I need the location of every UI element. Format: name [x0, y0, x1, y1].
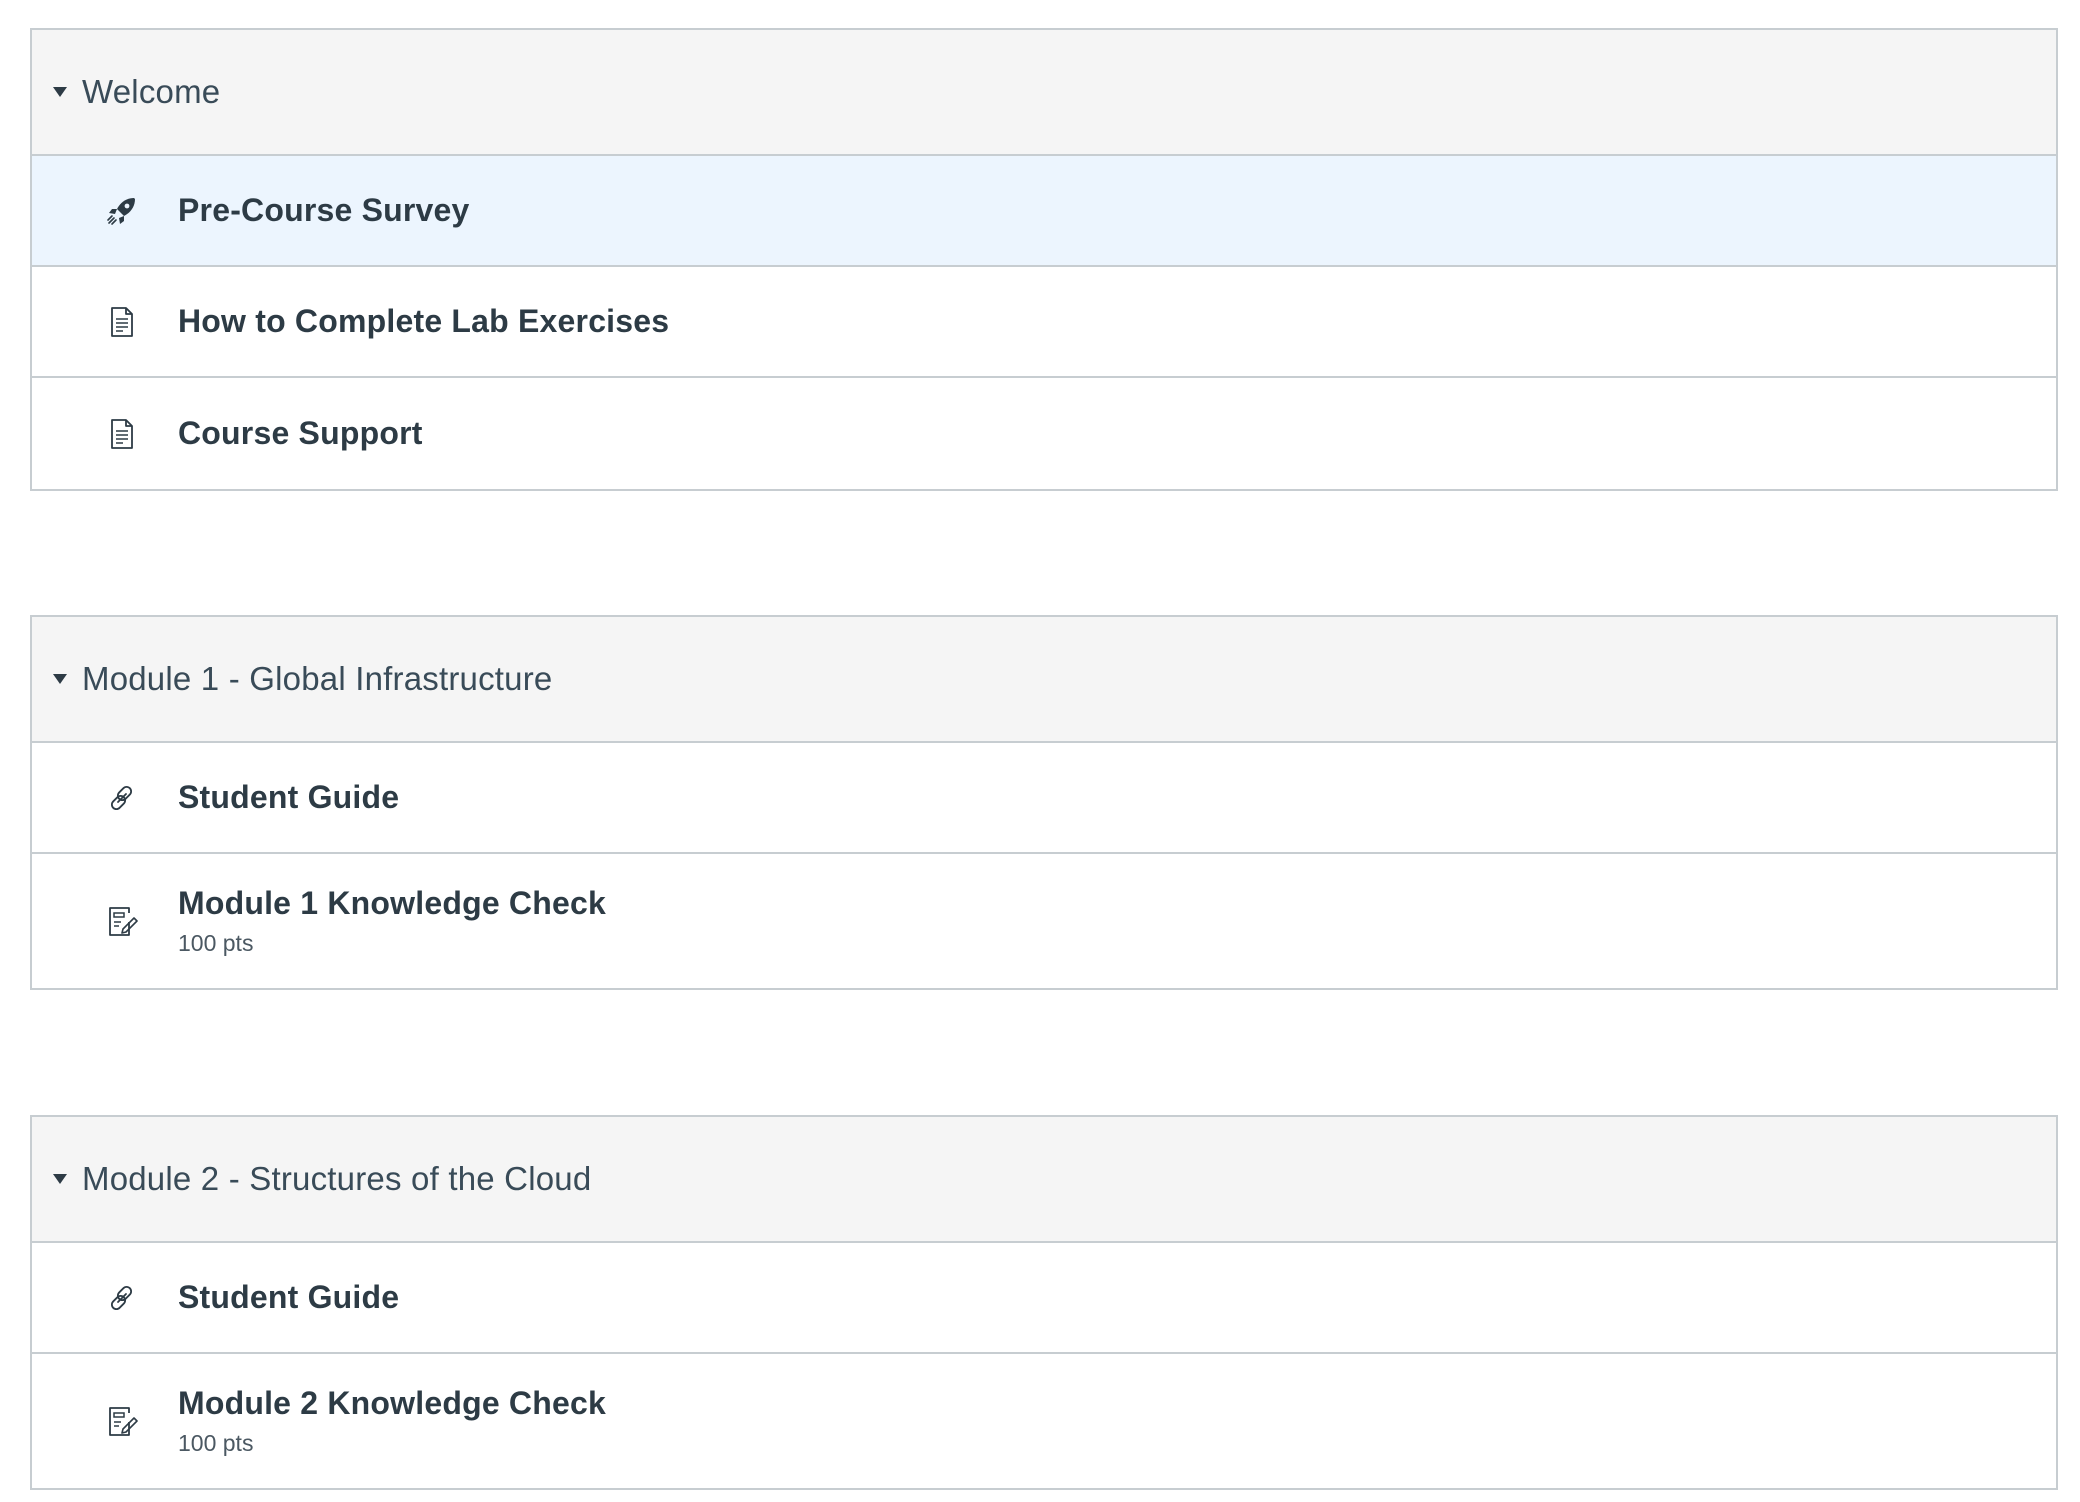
- module-item[interactable]: Module 2 Knowledge Check 100 pts: [32, 1354, 2056, 1488]
- module-title: Welcome: [82, 73, 221, 110]
- module-item[interactable]: How to Complete Lab Exercises: [32, 267, 2056, 378]
- assignment-icon: [102, 1401, 142, 1441]
- assignment-icon: [102, 901, 142, 941]
- item-title[interactable]: Pre-Course Survey: [178, 192, 470, 229]
- points-label: 100 pts: [178, 1430, 254, 1456]
- module-header[interactable]: Module 1 - Global Infrastructure: [32, 617, 2056, 743]
- item-title[interactable]: Module 2 Knowledge Check: [178, 1385, 606, 1422]
- module-title: Module 2 - Structures of the Cloud: [82, 1160, 592, 1197]
- module-item[interactable]: Course Support: [32, 378, 2056, 489]
- page-document-icon: [102, 414, 142, 454]
- caret-down-icon[interactable]: [52, 1171, 68, 1187]
- module-welcome: Welcome Pre-Course Survey How to Complet…: [30, 28, 2058, 491]
- module-item[interactable]: Student Guide: [32, 1243, 2056, 1354]
- quiz-rocket-icon: [102, 191, 142, 231]
- module-item[interactable]: Pre-Course Survey: [32, 156, 2056, 267]
- module-2-structures-of-the-cloud: Module 2 - Structures of the Cloud Stude…: [30, 1115, 2058, 1490]
- module-item[interactable]: Module 1 Knowledge Check 100 pts: [32, 854, 2056, 988]
- module-item[interactable]: Student Guide: [32, 743, 2056, 854]
- item-title[interactable]: How to Complete Lab Exercises: [178, 303, 669, 340]
- module-header[interactable]: Module 2 - Structures of the Cloud: [32, 1117, 2056, 1243]
- item-title[interactable]: Student Guide: [178, 1279, 399, 1316]
- item-title[interactable]: Module 1 Knowledge Check: [178, 885, 606, 922]
- external-link-icon: [102, 1278, 142, 1318]
- external-link-icon: [102, 778, 142, 818]
- item-title[interactable]: Course Support: [178, 415, 423, 452]
- caret-down-icon[interactable]: [52, 671, 68, 687]
- module-title: Module 1 - Global Infrastructure: [82, 660, 553, 697]
- item-title[interactable]: Student Guide: [178, 779, 399, 816]
- caret-down-icon[interactable]: [52, 84, 68, 100]
- module-1-global-infrastructure: Module 1 - Global Infrastructure Student…: [30, 615, 2058, 990]
- module-header[interactable]: Welcome: [32, 30, 2056, 156]
- course-modules-page: Welcome Pre-Course Survey How to Complet…: [0, 0, 2080, 1502]
- page-document-icon: [102, 302, 142, 342]
- points-label: 100 pts: [178, 930, 254, 956]
